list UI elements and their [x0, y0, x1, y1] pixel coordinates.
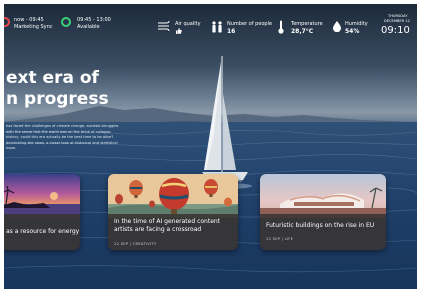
air-quality-label: Air quality [175, 21, 201, 27]
humidity-value: 54% [345, 28, 360, 35]
event2-time: 09:45 - 13:00 [77, 17, 111, 23]
hero-title: ext era of n progress [6, 68, 109, 110]
news-card-ai-artists[interactable]: In the time of AI generated content arti… [108, 174, 238, 250]
hero-title-line2: n progress [6, 89, 109, 109]
event-ring-icon [4, 17, 10, 27]
futuristic-building-image [260, 174, 386, 218]
thumbs-up-icon [176, 28, 182, 34]
news-card-energy[interactable]: as a resource for energy [4, 174, 80, 250]
temperature-value: 28,7°C [291, 28, 314, 35]
sunset-beach-image [4, 174, 80, 218]
card-caption-band: as a resource for energy [4, 214, 80, 250]
card-meta: 22 SEP | CREATIVITY [114, 241, 157, 246]
temperature-label: Temperature [291, 21, 323, 27]
card-caption-band: In the time of AI generated content arti… [108, 214, 238, 250]
news-card-futuristic-buildings[interactable]: Futuristic buildings on the rise in EU 2… [260, 174, 386, 250]
card-caption-band: Futuristic buildings on the rise in EU 2… [260, 214, 386, 250]
card-meta: 22 SEP | LIFE [266, 236, 294, 241]
droplet-icon [333, 21, 341, 32]
card-title: Futuristic buildings on the rise in EU [266, 222, 375, 229]
people-label: Number of people [227, 21, 273, 27]
card-title: In the time of AI generated content arti… [114, 218, 221, 233]
people-value: 16 [227, 28, 236, 35]
card-title: as a resource for energy [6, 228, 80, 235]
hero-body-text: has faced the challenges of climate chan… [6, 124, 119, 150]
humidity-label: Humidity [345, 21, 368, 27]
event2-title: Available [77, 24, 100, 30]
clock-date: DECEMBER 12 [384, 19, 410, 23]
event1-title: Marketing Sync [14, 24, 53, 30]
dashboard-screen: now - 09:45 Marketing Sync 09:45 - 13:00… [4, 4, 417, 289]
air-quality-icon [158, 20, 170, 32]
sailboat-image [200, 56, 252, 189]
available-ring-icon [61, 17, 71, 27]
event1-time: now - 09:45 [14, 17, 44, 23]
clock-time: 09:10 [381, 25, 410, 36]
people-icon [212, 21, 222, 33]
hot-air-balloons-image [108, 174, 238, 218]
hero-title-line1: ext era of [6, 68, 99, 88]
top-status-bar: now - 09:45 Marketing Sync 09:45 - 13:00… [4, 4, 417, 40]
thermometer-icon [278, 20, 284, 34]
